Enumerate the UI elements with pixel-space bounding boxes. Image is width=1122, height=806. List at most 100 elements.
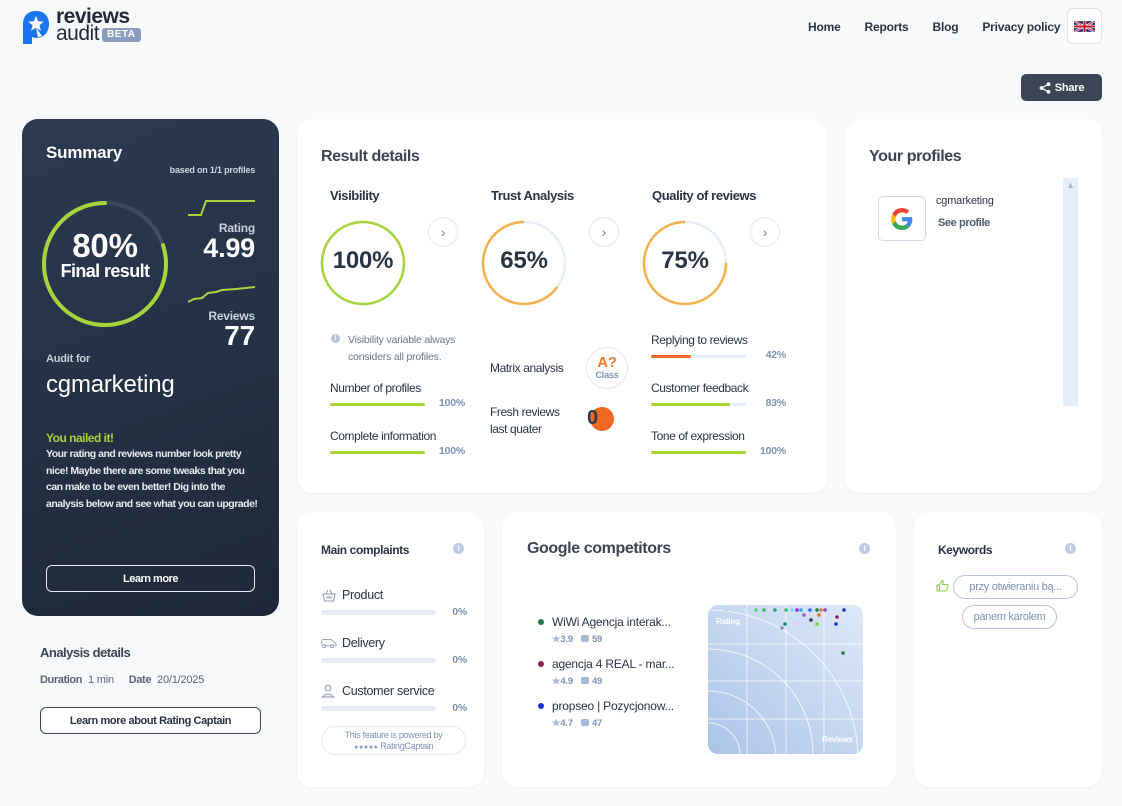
result-details-card: Result details Visibility 100% › Trust A… bbox=[297, 119, 827, 493]
visibility-details-button[interactable]: › bbox=[428, 217, 458, 247]
visibility-percent: 100% bbox=[332, 247, 394, 274]
quality-details-button[interactable]: › bbox=[750, 217, 780, 247]
info-icon: ! bbox=[331, 334, 340, 343]
scroll-up-icon[interactable]: ▲ bbox=[1063, 180, 1078, 190]
competitor-point[interactable] bbox=[834, 622, 838, 626]
trust-heading: Trust Analysis bbox=[491, 188, 574, 203]
share-button[interactable]: Share bbox=[1021, 74, 1102, 101]
basket-icon bbox=[322, 589, 336, 602]
logo-line2: audit bbox=[56, 22, 100, 45]
date-label: Date bbox=[128, 674, 152, 686]
thumbs-up-icon bbox=[936, 579, 949, 592]
fresh-reviews-indicator: 0 bbox=[586, 405, 616, 433]
final-percent: 80% bbox=[72, 227, 138, 264]
logo[interactable]: reviews audit BETA bbox=[22, 6, 141, 46]
competitor-point[interactable] bbox=[784, 608, 788, 612]
audit-for-label: Audit for bbox=[46, 353, 91, 365]
comment-icon bbox=[580, 635, 589, 642]
result-message: Your rating and reviews number look pret… bbox=[46, 448, 258, 510]
beta-badge: BETA bbox=[102, 28, 141, 42]
result-headline: You nailed it! bbox=[46, 431, 114, 445]
competitors-title: Google competitors bbox=[527, 540, 671, 557]
competitor-point[interactable] bbox=[819, 608, 823, 612]
competitor-point[interactable] bbox=[835, 615, 839, 619]
reviews-sparkline bbox=[188, 286, 255, 303]
trust-percent: 65% bbox=[500, 247, 548, 274]
quality-heading: Quality of reviews bbox=[652, 188, 757, 203]
competitor-point[interactable] bbox=[802, 613, 806, 617]
competitor-point[interactable] bbox=[809, 618, 813, 622]
competitor-color-dot bbox=[538, 661, 544, 667]
summary-card: Summary based on 1/1 profiles 80% Final … bbox=[22, 119, 279, 616]
competitor-point[interactable] bbox=[754, 608, 758, 612]
competitor-point[interactable] bbox=[841, 651, 845, 655]
chart-y-label: Rating bbox=[716, 617, 740, 626]
info-icon[interactable]: i bbox=[1065, 543, 1076, 554]
nav-blog[interactable]: Blog bbox=[933, 20, 959, 34]
info-icon[interactable]: i bbox=[859, 543, 870, 554]
competitor-color-dot bbox=[538, 619, 544, 625]
chevron-right-icon: › bbox=[762, 224, 768, 240]
profiles-scrollbar[interactable]: ▲ bbox=[1063, 178, 1078, 406]
analysis-title: Analysis details bbox=[40, 645, 131, 660]
reviews-value: 77 bbox=[224, 320, 255, 351]
audit-name: cgmarketing bbox=[46, 371, 175, 398]
competitor-point[interactable] bbox=[744, 608, 748, 612]
competitor-point[interactable] bbox=[799, 608, 803, 612]
competitor-point[interactable] bbox=[783, 622, 787, 626]
duration-label: Duration bbox=[40, 674, 83, 686]
final-result-ring: 80% Final result bbox=[40, 199, 170, 329]
summary-title: Summary bbox=[46, 143, 123, 162]
quality-ring: 75% bbox=[642, 220, 728, 306]
competitor-point[interactable] bbox=[796, 622, 800, 626]
competitor-point[interactable] bbox=[823, 608, 827, 612]
language-button[interactable] bbox=[1067, 8, 1102, 44]
result-details-title: Result details bbox=[321, 148, 420, 165]
profiles-title: Your profiles bbox=[869, 148, 962, 165]
powered-by-badge[interactable]: This feature is powered by ★★★★★ RatingC… bbox=[321, 726, 466, 755]
comment-icon bbox=[580, 719, 589, 726]
competitors-scatter-chart: Rating Reviews bbox=[708, 605, 863, 754]
quality-percent: 75% bbox=[661, 247, 709, 274]
metric-number-of-profiles: Number of profiles 100% bbox=[330, 381, 465, 409]
nav-home[interactable]: Home bbox=[808, 20, 841, 34]
keyword-chip[interactable]: przy otwieraniu bą... bbox=[953, 575, 1078, 599]
competitor-point[interactable] bbox=[724, 608, 728, 612]
visibility-note: ! Visibility variable always considers a… bbox=[331, 332, 471, 366]
metric-tone: Tone of expression 100% bbox=[651, 429, 786, 457]
fresh-reviews-count: 0 bbox=[587, 407, 598, 429]
google-competitors-card: Google competitors i WiWi Agencja intera… bbox=[502, 512, 896, 787]
competitor-point[interactable] bbox=[808, 608, 812, 612]
metric-complete-information: Complete information 100% bbox=[330, 429, 465, 457]
trust-column: Trust Analysis 65% › bbox=[481, 188, 641, 306]
nav-privacy-policy[interactable]: Privacy policy bbox=[982, 20, 1060, 34]
info-icon[interactable]: i bbox=[453, 543, 464, 554]
analysis-details: Analysis details Duration 1 min Date 20/1/… bbox=[40, 645, 204, 686]
keyword-chip[interactable]: panem karolem bbox=[962, 605, 1057, 629]
competitor-point[interactable] bbox=[790, 608, 794, 612]
competitor-point[interactable] bbox=[780, 626, 784, 630]
competitor-point[interactable] bbox=[762, 608, 766, 612]
competitor-point[interactable] bbox=[842, 608, 846, 612]
competitor-point[interactable] bbox=[815, 608, 819, 612]
competitor-point[interactable] bbox=[815, 622, 819, 626]
learn-more-rating-captain-button[interactable]: Learn more about Rating Captain bbox=[40, 707, 261, 734]
metric-customer-feedback: Customer feedback 83% bbox=[651, 381, 786, 409]
nav-reports[interactable]: Reports bbox=[865, 20, 909, 34]
stars-icon: ★★★★★ bbox=[353, 745, 379, 751]
competitor-point[interactable] bbox=[817, 613, 821, 617]
competitor-point[interactable] bbox=[795, 608, 799, 612]
visibility-heading: Visibility bbox=[330, 188, 380, 203]
learn-more-button[interactable]: Learn more bbox=[46, 565, 255, 592]
chevron-right-icon: › bbox=[440, 224, 446, 240]
trust-details-button[interactable]: › bbox=[589, 217, 619, 247]
matrix-class-badge[interactable]: A? Class bbox=[586, 347, 628, 389]
metric-bar-fill bbox=[651, 451, 746, 454]
see-profile-link[interactable]: See profile bbox=[938, 217, 990, 229]
main-complaints-card: Main complaints i Product 0% Delivery 0%… bbox=[297, 512, 484, 787]
rating-sparkline bbox=[188, 200, 255, 216]
uk-flag-icon bbox=[1074, 19, 1095, 33]
metric-bar-fill bbox=[651, 403, 730, 406]
competitor-point[interactable] bbox=[773, 608, 777, 612]
comment-icon bbox=[580, 677, 589, 684]
